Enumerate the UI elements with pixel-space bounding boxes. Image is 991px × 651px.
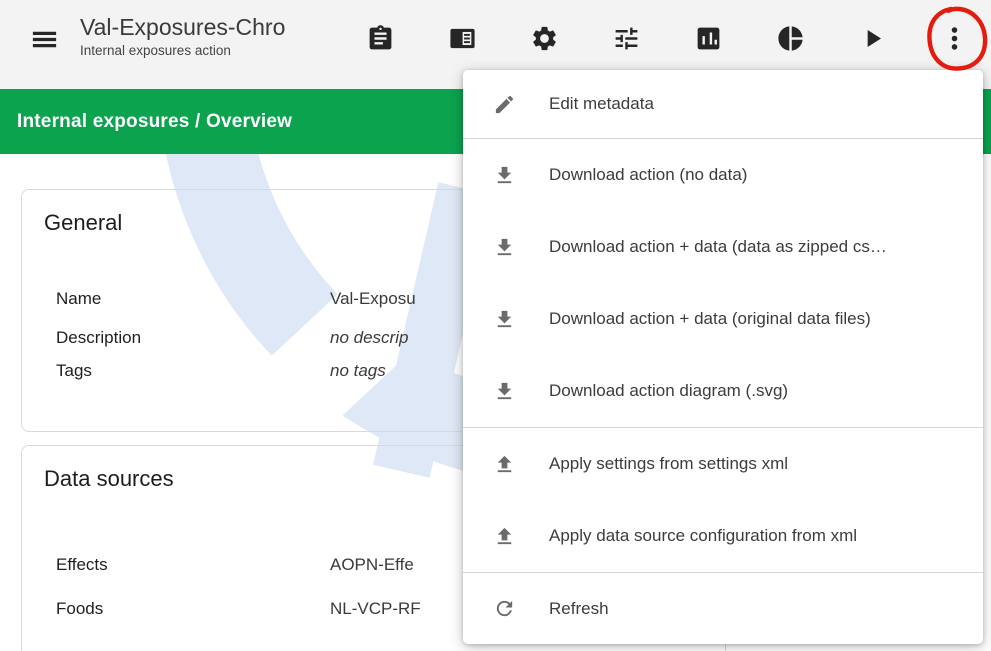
run-icon [858, 24, 887, 53]
upload-icon [493, 453, 516, 476]
description-value: no descrip [330, 327, 408, 349]
more-menu-button[interactable] [913, 10, 991, 66]
download-icon [493, 380, 516, 403]
menu-item-download-action-original-files[interactable]: Download action + data (original data fi… [463, 283, 983, 355]
menu-item-download-action-no-data[interactable]: Download action (no data) [463, 139, 983, 211]
name-value: Val-Exposu [330, 288, 416, 310]
menu-item-download-action-diagram[interactable]: Download action diagram (.svg) [463, 355, 983, 427]
download-icon [493, 236, 516, 259]
refresh-icon [493, 597, 516, 620]
page-title: Val-Exposures-Chro [80, 13, 338, 41]
page-subtitle: Internal exposures action [80, 43, 338, 58]
name-label: Name [56, 288, 330, 310]
breadcrumb: Internal exposures / Overview [17, 111, 292, 133]
assignment-icon [366, 24, 395, 53]
action-tune-button[interactable] [585, 10, 667, 66]
download-icon [493, 308, 516, 331]
pie-chart-icon [776, 24, 805, 53]
effects-label: Effects [56, 554, 330, 576]
upload-icon [493, 525, 516, 548]
menu-item-refresh[interactable]: Refresh [463, 573, 983, 644]
download-icon [493, 164, 516, 187]
action-overview-button[interactable] [421, 10, 503, 66]
hamburger-menu-button[interactable] [24, 19, 64, 59]
run-button[interactable] [831, 10, 913, 66]
action-chart-button[interactable] [667, 10, 749, 66]
tags-value: no tags [330, 360, 386, 382]
title-block: Val-Exposures-Chro Internal exposures ac… [80, 13, 338, 58]
toolbar-actions [339, 10, 991, 66]
effects-value: AOPN-Effe [330, 554, 414, 576]
chart-icon [694, 24, 723, 53]
action-pie-button[interactable] [749, 10, 831, 66]
menu-item-apply-settings-xml[interactable]: Apply settings from settings xml [463, 428, 983, 500]
tags-label: Tags [56, 360, 330, 382]
menu-item-edit-metadata[interactable]: Edit metadata [463, 70, 983, 138]
action-report-button[interactable] [339, 10, 421, 66]
menu-item-apply-datasource-xml[interactable]: Apply data source configuration from xml [463, 500, 983, 572]
tune-icon [612, 24, 641, 53]
action-settings-button[interactable] [503, 10, 585, 66]
hamburger-icon [29, 24, 60, 55]
menu-item-download-action-zipped-csv[interactable]: Download action + data (data as zipped c… [463, 211, 983, 283]
settings-icon [530, 24, 559, 53]
foods-value: NL-VCP-RF [330, 598, 421, 620]
edit-icon [493, 93, 516, 116]
more-actions-dropdown-menu: Edit metadata Download action (no data) … [463, 70, 983, 644]
description-label: Description [56, 327, 330, 349]
foods-label: Foods [56, 598, 330, 620]
reader-mode-icon [448, 24, 477, 53]
more-menu-icon [940, 24, 969, 53]
app-window: Val-Exposures-Chro Internal exposures ac… [0, 0, 991, 651]
